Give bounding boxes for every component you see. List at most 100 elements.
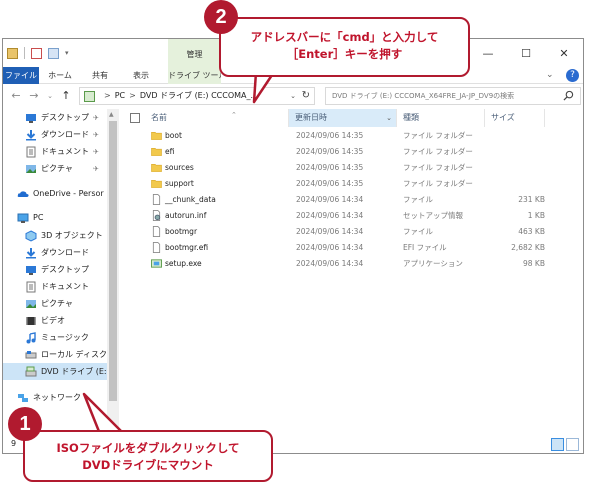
navigation-pane: デスクトップ ✈ ダウンロード ✈ ドキュメント ✈ ピクチャ ✈ OneDri…	[3, 109, 107, 435]
nav-item-desktop[interactable]: デスクトップ	[3, 261, 107, 278]
callout-2-line-2: ［Enter］キーを押す	[286, 47, 403, 61]
file-list: 名前 ⌃ 更新日時 ⌄ 種類 サイズ boot 2024/09/06 14:35…	[121, 109, 583, 435]
scroll-up-icon[interactable]: ▲	[109, 111, 114, 118]
folder-icon	[151, 180, 162, 188]
nav-item-quick-desktop[interactable]: デスクトップ ✈	[3, 109, 107, 126]
address-dropdown-icon[interactable]: ⌄	[290, 88, 296, 104]
nav-item-music[interactable]: ミュージック	[3, 329, 107, 346]
download-icon	[26, 247, 36, 258]
nav-item-quick-pictures[interactable]: ピクチャ ✈	[3, 160, 107, 177]
nav-item-pc[interactable]: PC	[3, 209, 107, 226]
close-button[interactable]: ✕	[545, 39, 583, 67]
column-name[interactable]: 名前 ⌃	[145, 109, 289, 127]
network-icon	[18, 393, 28, 402]
file-row[interactable]: setup.exe 2024/09/06 14:34 アプリケーション 98 K…	[121, 256, 545, 271]
file-icon	[152, 242, 161, 253]
tab-drive-tools[interactable]: ドライブ ツール	[168, 67, 221, 84]
expand-ribbon-icon[interactable]: ⌄	[546, 70, 558, 82]
sort-ascending-icon: ⌃	[231, 111, 237, 119]
up-arrow-icon[interactable]: ↑	[59, 88, 73, 104]
minimize-button[interactable]: —	[469, 39, 507, 67]
nav-item-pictures[interactable]: ピクチャ	[3, 295, 107, 312]
navigation-bar: ← → ⌄ ↑ > PC > DVD ドライブ (E:) CCCOMA_... ⌄ ↻…	[3, 85, 583, 107]
desktop-icon	[26, 265, 36, 275]
file-row[interactable]: __chunk_data 2024/09/06 14:34 ファイル 231 K…	[121, 192, 545, 207]
file-row[interactable]: boot 2024/09/06 14:35 ファイル フォルダー	[121, 128, 545, 143]
navigation-pane-scrollbar[interactable]: ▲	[107, 109, 119, 435]
dvd-drive-icon	[25, 366, 37, 376]
nav-item-videos[interactable]: ビデオ	[3, 312, 107, 329]
folder-icon	[151, 148, 162, 156]
properties-icon[interactable]	[7, 47, 18, 59]
pin-icon[interactable]: ✈	[93, 148, 99, 156]
recent-locations-icon[interactable]: ⌄	[43, 88, 57, 104]
back-arrow-icon[interactable]: ←	[9, 88, 23, 104]
callout-1-line-1: ISOファイルをダブルクリックして	[56, 441, 240, 455]
tab-file[interactable]: ファイル	[3, 67, 39, 84]
download-icon	[26, 129, 36, 140]
file-icon	[152, 194, 161, 205]
folder-icon	[151, 164, 162, 172]
nav-item-dvd-drive[interactable]: DVD ドライブ (E:) C	[3, 363, 107, 380]
file-icon	[152, 226, 161, 237]
search-icon	[563, 90, 574, 101]
scrollbar-thumb[interactable]	[109, 121, 117, 401]
column-type[interactable]: 種類	[397, 109, 485, 127]
large-icons-view-icon[interactable]	[566, 438, 579, 451]
breadcrumb-dvd-drive[interactable]: DVD ドライブ (E:) CCCOMA_...	[140, 91, 258, 100]
forward-arrow-icon[interactable]: →	[27, 88, 41, 104]
picture-icon	[26, 299, 36, 308]
document-icon	[26, 281, 36, 292]
breadcrumb-separator: >	[104, 91, 111, 100]
nav-item-documents[interactable]: ドキュメント	[3, 278, 107, 295]
callout-step-2: アドレスバーに「cmd」と入力して ［Enter］キーを押す	[219, 17, 470, 77]
nav-item-onedrive[interactable]: OneDrive - Persor	[3, 185, 107, 202]
nav-item-quick-downloads[interactable]: ダウンロード ✈	[3, 126, 107, 143]
window-controls: — ☐ ✕	[469, 39, 583, 67]
pin-icon[interactable]: ✈	[93, 114, 99, 122]
column-filter-icon[interactable]: ⌄	[386, 109, 392, 127]
search-placeholder: DVD ドライブ (E:) CCCOMA_X64FRE_JA-JP_DV9の検索	[332, 92, 515, 100]
file-row[interactable]: support 2024/09/06 14:35 ファイル フォルダー	[121, 176, 545, 191]
column-date-modified[interactable]: 更新日時 ⌄	[289, 109, 397, 127]
nav-item-downloads[interactable]: ダウンロード	[3, 244, 107, 261]
search-input[interactable]: DVD ドライブ (E:) CCCOMA_X64FRE_JA-JP_DV9の検索	[325, 87, 581, 105]
maximize-button[interactable]: ☐	[507, 39, 545, 67]
nav-item-local-disk[interactable]: ローカル ディスク (C	[3, 346, 107, 363]
step-1-badge: 1	[8, 407, 42, 441]
nav-item-3d-objects[interactable]: 3D オブジェクト	[3, 227, 107, 244]
manage-tab-header[interactable]: 管理	[168, 39, 221, 67]
quick-access-toolbar: ▾	[7, 47, 69, 59]
nav-item-quick-documents[interactable]: ドキュメント ✈	[3, 143, 107, 160]
refresh-icon[interactable]: ↻	[302, 88, 310, 104]
tab-share[interactable]: 共有	[83, 67, 117, 84]
breadcrumb-pc[interactable]: PC	[115, 91, 125, 100]
step-2-badge: 2	[204, 0, 238, 34]
toolbar-divider	[24, 47, 25, 59]
breadcrumb-separator: >	[129, 91, 136, 100]
pin-icon[interactable]: ✈	[93, 165, 99, 173]
file-row[interactable]: efi 2024/09/06 14:35 ファイル フォルダー	[121, 144, 545, 159]
view-toggle	[551, 438, 579, 451]
file-row[interactable]: autorun.inf 2024/09/06 14:34 セットアップ情報 1 …	[121, 208, 545, 223]
tab-view[interactable]: 表示	[123, 67, 159, 84]
file-row[interactable]: sources 2024/09/06 14:35 ファイル フォルダー	[121, 160, 545, 175]
callout-2-line-1: アドレスバーに「cmd」と入力して	[250, 30, 439, 44]
local-disk-icon	[25, 350, 37, 358]
pc-icon	[17, 213, 29, 223]
address-path: > PC > DVD ドライブ (E:) CCCOMA_...	[100, 88, 258, 104]
picture-icon	[26, 164, 36, 173]
help-icon[interactable]: ?	[566, 69, 579, 82]
dvd-drive-icon	[84, 91, 95, 102]
tab-home[interactable]: ホーム	[41, 67, 79, 84]
column-size[interactable]: サイズ	[485, 109, 545, 127]
select-all-checkbox[interactable]	[130, 113, 140, 123]
checkmark-icon[interactable]	[31, 47, 42, 59]
new-folder-icon[interactable]	[48, 47, 59, 59]
details-view-icon[interactable]	[551, 438, 564, 451]
onedrive-icon	[17, 190, 29, 197]
pin-icon[interactable]: ✈	[93, 131, 99, 139]
file-row[interactable]: bootmgr.efi 2024/09/06 14:34 EFI ファイル 2,…	[121, 240, 545, 255]
customize-toolbar-icon[interactable]: ▾	[65, 49, 69, 57]
file-row[interactable]: bootmgr 2024/09/06 14:34 ファイル 463 KB	[121, 224, 545, 239]
